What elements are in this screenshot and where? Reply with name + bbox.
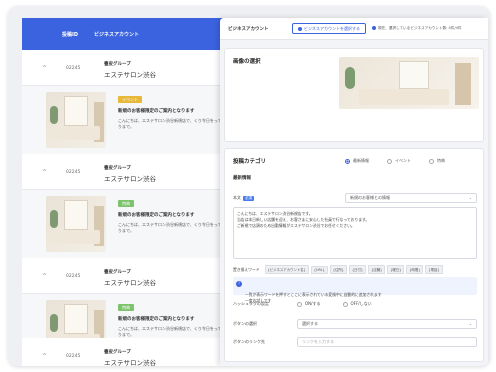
salon-name: エステサロン渋谷	[104, 359, 156, 366]
image-section: 画像の選択	[224, 48, 484, 142]
chevron-down-icon: ⌄	[468, 195, 472, 200]
column-header-business[interactable]: ビジネスアカウント	[94, 31, 139, 38]
button-select[interactable]: 選択する ⌄	[297, 319, 477, 329]
hashtag-setting: ハッシュタグの設定 ON/する OFF/しない	[233, 301, 394, 307]
category-section-title: 投稿カテゴリ	[233, 159, 267, 165]
replacement-words: 置き換えワード {ビジネスアカウント名} {URL} {住所} {日付} {店舗…	[233, 265, 443, 274]
tag-chip[interactable]: {店舗}	[368, 265, 386, 274]
chevron-up-icon[interactable]: ^	[42, 169, 47, 176]
selected-account-note: 現在、選択しているビジネスアカウント数: 4件/4件	[372, 26, 462, 31]
tag-chip[interactable]: {住所}	[329, 265, 347, 274]
post-id: 02245	[66, 354, 81, 359]
select-business-account-button[interactable]: ビジネスアカウントを選択する	[292, 23, 366, 34]
post-title: 新規のお客様限定のご案内となります	[118, 109, 195, 114]
post-title: 新規のお客様限定のご案内となります	[118, 317, 195, 322]
tag-chip[interactable]: {電話}	[425, 265, 443, 274]
required-badge: 必須	[243, 196, 254, 201]
radio-offer[interactable]: 特典	[429, 158, 445, 164]
button-link-label: ボタンのリンク先	[233, 339, 265, 344]
business-account-label: ビジネスアカウント	[228, 27, 269, 32]
post-body: こんにちは、エステサロン渋谷新規店で、くり令日をっておりまで。	[118, 222, 226, 233]
select-business-account-label: ビジネスアカウントを選択する	[304, 26, 360, 31]
post-thumbnail	[46, 92, 106, 148]
post-thumbnail	[46, 196, 106, 252]
column-header-id[interactable]: 投稿ID	[62, 31, 78, 38]
info-icon: !	[236, 281, 242, 287]
chevron-down-icon: ⌄	[468, 321, 472, 326]
group-name: 書皮グループ	[104, 350, 131, 355]
post-title: 新規のお客様限定のご案内となります	[118, 213, 195, 218]
body-label: 本文 必須	[233, 195, 254, 201]
tags-label: 置き換えワード	[233, 266, 260, 272]
category-section: 投稿カテゴリ 最新情報 イベント 特典 最新情報 本文 必須 新規のお客様との情報…	[224, 148, 484, 362]
template-select[interactable]: 新規のお客様との情報 ⌄	[345, 193, 477, 203]
post-editor-panel: ビジネスアカウント ビジネスアカウントを選択する 現在、選択しているビジネスアカ…	[220, 18, 488, 366]
subsection-title: 最新情報	[233, 176, 251, 181]
post-body: こんにちは、エステサロン渋谷新規店で、くり令日をっておりまで。	[118, 326, 226, 337]
button-select-label: ボタンの選択	[233, 321, 257, 326]
tag-chip[interactable]: {URL}	[310, 265, 328, 274]
post-id: 02245	[66, 274, 81, 279]
info-icon	[372, 26, 376, 30]
salon-name: エステサロン渋谷	[104, 175, 156, 183]
app-window: 投稿ID ビジネスアカウント 登 ^ 02245 書皮グループ エステサロン渋谷…	[8, 6, 490, 366]
radio-event[interactable]: イベント	[387, 158, 411, 164]
info-box: ! 一覧が表示ワードを押すとここに表示されている変換中に自動的に追加されます 一…	[233, 277, 477, 303]
chevron-up-icon[interactable]: ^	[42, 273, 47, 280]
body-textarea[interactable]: こんにちは、エステサロン渋谷新規店です。 当店は本日新しい店舗を迎え、お客さまに…	[233, 207, 477, 259]
category-badge: 特典	[118, 200, 134, 207]
radio-latest[interactable]: 最新情報	[345, 158, 369, 164]
selected-image-preview[interactable]	[339, 57, 479, 109]
selected-account-note-text: 現在、選択しているビジネスアカウント数: 4件/4件	[378, 26, 462, 30]
category-badge: 特典	[118, 304, 134, 311]
salon-name: エステサロン渋谷	[104, 71, 156, 79]
radio-hashtag-off[interactable]: OFF/しない	[342, 301, 372, 307]
salon-name: エステサロン渋谷	[104, 279, 156, 287]
category-badge: イベント	[118, 96, 142, 103]
post-body: こんにちは、エステサロン渋谷新規店で、くり令日をっておりまで。	[118, 118, 226, 129]
post-id: 02245	[66, 170, 81, 175]
tag-chip[interactable]: {日付}	[348, 265, 367, 274]
hashtag-label: ハッシュタグの設定	[233, 301, 269, 306]
group-name: 書皮グループ	[104, 270, 131, 275]
radio-hashtag-on[interactable]: ON/する	[297, 301, 321, 307]
chevron-up-icon[interactable]: ^	[42, 353, 47, 360]
tag-chip[interactable]: {時間}	[406, 265, 424, 274]
tag-chip[interactable]: {曜日}	[387, 265, 405, 274]
group-name: 書皮グループ	[104, 62, 131, 67]
button-link-input[interactable]: リンクを入力する	[297, 337, 477, 347]
business-account-bar: ビジネスアカウント ビジネスアカウントを選択する 現在、選択しているビジネスアカ…	[220, 18, 488, 40]
post-id: 02245	[66, 66, 81, 71]
group-name: 書皮グループ	[104, 166, 131, 171]
category-radio-group: 最新情報 イベント 特典	[345, 158, 445, 164]
image-section-title: 画像の選択	[233, 59, 261, 65]
gear-icon	[298, 27, 302, 31]
tag-chip[interactable]: {ビジネスアカウント名}	[264, 265, 309, 274]
chevron-up-icon[interactable]: ^	[42, 65, 47, 72]
